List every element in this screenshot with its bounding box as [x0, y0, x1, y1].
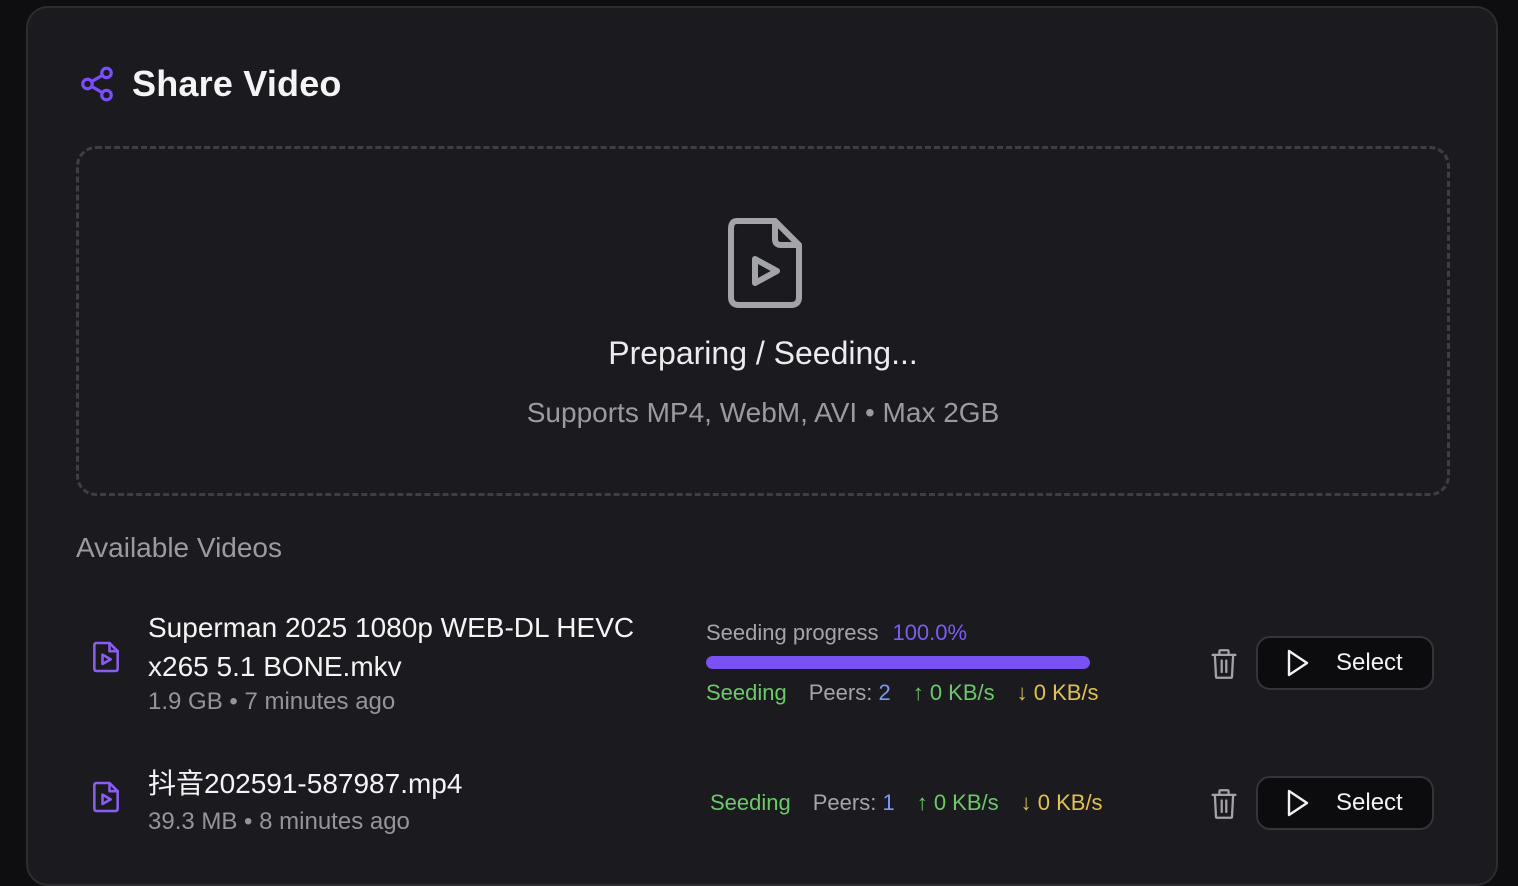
select-video-button[interactable]: Select: [1256, 636, 1434, 690]
select-label: Select: [1336, 789, 1403, 816]
video-age: 7 minutes ago: [244, 688, 396, 715]
video-row: Superman 2025 1080p WEB-DL HEVC x265 5.1…: [76, 604, 1448, 716]
progress-fill: [706, 656, 1090, 669]
upload-status: Preparing / Seeding...: [608, 335, 918, 371]
video-age: 8 minutes ago: [259, 808, 410, 835]
upload-dropzone[interactable]: Preparing / Seeding... Supports MP4, Web…: [76, 146, 1450, 496]
video-name: Superman 2025 1080p WEB-DL HEVC x265 5.1…: [148, 612, 635, 682]
upload-hint: Supports MP4, WebM, AVI • Max 2GB: [526, 397, 1000, 428]
peers-count: 1: [882, 790, 895, 815]
torrent-stats: Seeding Peers: 2 ↑ 0 KB/s ↓ 0 KB/s: [706, 680, 1099, 706]
video-row: 抖音202591-587987.mp4 39.3 MB • 8 minutes …: [76, 764, 1448, 844]
meta-separator: •: [222, 688, 245, 715]
play-icon: [1287, 649, 1309, 677]
page-title: Share Video: [132, 63, 342, 104]
download-speed: ↓ 0 KB/s: [1016, 680, 1099, 705]
delete-button[interactable]: [1210, 788, 1238, 825]
video-file-icon: [92, 640, 120, 679]
seeding-progress-bar: [706, 656, 1090, 669]
share-icon: [78, 65, 116, 103]
torrent-stats: Seeding Peers: 1 ↑ 0 KB/s ↓ 0 KB/s: [710, 790, 1103, 816]
share-video-card: Share Video Preparing / Seeding... Suppo…: [26, 6, 1498, 886]
card-header: Share Video: [78, 63, 342, 105]
upload-speed: ↑ 0 KB/s: [916, 790, 999, 815]
video-size: 1.9 GB: [148, 688, 223, 715]
peers-count: 2: [878, 680, 891, 705]
download-speed: ↓ 0 KB/s: [1020, 790, 1103, 815]
upload-speed: ↑ 0 KB/s: [912, 680, 995, 705]
file-video-icon: [727, 217, 803, 314]
video-name: 抖音202591-587987.mp4: [148, 768, 463, 799]
seeding-status: Seeding: [706, 680, 787, 705]
select-label: Select: [1336, 649, 1403, 676]
section-title: Available Videos: [76, 532, 283, 563]
select-video-button[interactable]: Select: [1256, 776, 1434, 830]
seeding-progress-label: Seeding progress 100.0%: [706, 620, 967, 646]
peers-label: Peers:: [812, 790, 877, 815]
peers-label: Peers:: [808, 680, 873, 705]
progress-text: Seeding progress: [706, 620, 879, 645]
video-meta: 1.9 GB • 7 minutes ago: [148, 688, 395, 716]
video-meta: 39.3 MB • 8 minutes ago: [148, 808, 410, 836]
video-file-icon: [92, 780, 120, 819]
delete-button[interactable]: [1210, 648, 1238, 685]
seeding-status: Seeding: [710, 790, 791, 815]
play-icon: [1287, 789, 1309, 817]
video-size: 39.3 MB: [148, 808, 238, 835]
meta-separator: •: [237, 808, 260, 835]
progress-percent: 100.0%: [892, 620, 968, 645]
